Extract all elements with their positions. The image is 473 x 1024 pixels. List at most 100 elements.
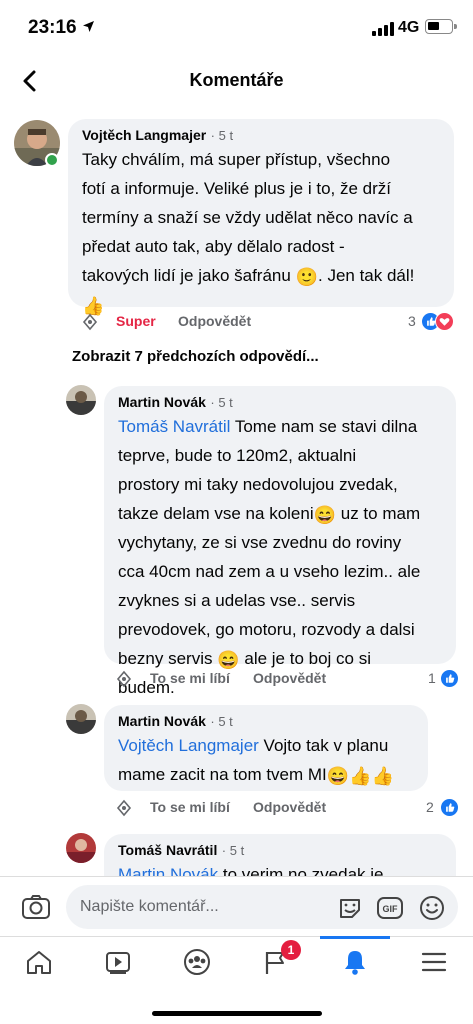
reply-author[interactable]: Martin Novák	[118, 394, 206, 410]
page-title: Komentáře	[189, 70, 284, 90]
reaction-count[interactable]: 1	[428, 670, 436, 686]
comment-bubble[interactable]: Vojtěch Langmajer · 5 t Taky chválím, má…	[68, 119, 454, 315]
reply-line-part: to verim no zvedak je	[218, 865, 384, 876]
reply-line: prostory mi taky nedovolujou zvedak,	[118, 475, 398, 494]
reply-line-part: takze delam vse na koleni	[118, 504, 314, 523]
bottom-tab-bar: 1	[0, 936, 473, 1024]
comments-feed[interactable]: Vojtěch Langmajer · 5 t Taky chválím, má…	[0, 106, 473, 876]
bell-icon	[345, 951, 365, 975]
reply-line-part: bezny servis	[118, 649, 213, 668]
reply-text: Tomáš Navrátil Tome nam se stavi dilna t…	[118, 412, 442, 702]
like-badge-icon	[440, 669, 459, 688]
reply-bubble[interactable]: Tomáš Navrátil · 5 t Martin Novák to ver…	[104, 834, 456, 876]
tab-pages[interactable]: 1	[237, 937, 315, 993]
comment-line: fotí a informuje. Veliké plus je i to, ž…	[82, 179, 391, 198]
reply-button[interactable]: Odpovědět	[253, 799, 326, 815]
location-arrow-icon	[82, 20, 95, 36]
reply-button[interactable]: Odpovědět	[253, 670, 326, 686]
reply-line: teprve, bude to 120m2, aktualni	[118, 446, 357, 465]
avatar[interactable]	[66, 385, 96, 415]
reaction-count[interactable]: 3	[408, 313, 416, 329]
comment-input[interactable]: Napište komentář... GIF	[66, 885, 458, 929]
reply-author[interactable]: Tomáš Navrátil	[118, 842, 217, 858]
status-time: 23:16	[28, 17, 77, 38]
status-bar: 23:16 4G	[0, 0, 473, 56]
tab-video[interactable]	[79, 937, 157, 993]
smile-emoji: 🙂	[295, 267, 318, 287]
reply-actions: To se mi líbí Odpovědět 1	[114, 667, 460, 691]
super-reaction-button[interactable]: Super	[116, 313, 156, 329]
love-badge-icon	[435, 312, 454, 331]
home-icon	[27, 951, 51, 974]
thumbs-up-emoji: 👍	[371, 766, 395, 786]
groups-icon	[184, 949, 210, 975]
comment-line: takových lidí je jako šafránu 🙂. Jen tak…	[82, 261, 440, 290]
comment-line-part: . Jen tak dál!	[318, 266, 415, 285]
reply-line: mame zacit na tom tvem MI😄👍👍	[118, 760, 414, 789]
comment-line-part: takových lidí je jako šafránu	[82, 266, 291, 285]
reply-line: Martin Novák to verim no zvedak je	[118, 860, 442, 876]
reply-line: vychytany, ze si vse zvednu do roviny	[118, 533, 402, 552]
reply-line-part: uz to mam	[336, 504, 421, 523]
avatar[interactable]	[66, 833, 96, 863]
like-button[interactable]: To se mi líbí	[150, 799, 230, 815]
reply-bubble[interactable]: Martin Novák · 5 t Vojtěch Langmajer Voj…	[104, 705, 428, 791]
like-button[interactable]: To se mi líbí	[150, 670, 230, 686]
reply-text: Martin Novák to verim no zvedak je	[118, 860, 442, 876]
signal-icon	[372, 22, 394, 36]
mention-link[interactable]: Tomáš Navrátil	[118, 417, 230, 436]
comment-line: termíny a snaží se vždy udělat něco naví…	[82, 208, 413, 227]
svg-text:GIF: GIF	[383, 904, 399, 914]
menu-icon	[421, 952, 447, 972]
reply-line-part: mame zacit na tom tvem MI	[118, 765, 327, 784]
tab-notifications[interactable]	[316, 936, 394, 993]
reply-time: 5 t	[218, 714, 233, 729]
reaction-count[interactable]: 2	[426, 799, 434, 815]
online-status-icon	[45, 153, 59, 167]
battery-icon	[425, 19, 457, 34]
reply-author[interactable]: Martin Novák	[118, 713, 206, 729]
super-reaction-icon[interactable]	[114, 669, 134, 689]
reply-line: prevodovek, go motoru, rozvody a dalsi	[118, 620, 415, 639]
reply-time: 5 t	[229, 843, 245, 858]
emoji-icon[interactable]	[418, 894, 446, 922]
reply-line: cca 40cm nad zem a u vseho lezim.. ale	[118, 562, 421, 581]
reply-line: Vojtěch Langmajer Vojto tak v planu	[118, 731, 414, 760]
comment-text: Taky chválím, má super přístup, všechno …	[82, 145, 440, 319]
mention-link[interactable]: Martin Novák	[118, 865, 218, 876]
camera-icon	[22, 895, 50, 919]
super-reaction-icon[interactable]	[114, 798, 134, 818]
show-previous-replies-link[interactable]: Zobrazit 7 předchozích odpovědí...	[72, 348, 319, 365]
comment-author[interactable]: Vojtěch Langmajer	[82, 127, 206, 143]
reply-line: zvyknes si a udelas vse.. servis	[118, 591, 356, 610]
tab-home[interactable]	[0, 937, 78, 993]
avatar[interactable]	[66, 704, 96, 734]
tab-groups[interactable]	[158, 937, 236, 993]
comment-line: předat auto tak, aby dělalo radost -	[82, 237, 345, 256]
camera-button[interactable]	[20, 891, 52, 923]
notification-badge: 1	[281, 940, 301, 960]
video-icon	[106, 952, 130, 974]
grin-emoji: 😄	[326, 766, 350, 786]
comment-actions: Super Odpovědět 3	[80, 310, 460, 334]
comment-composer: Napište komentář... GIF	[0, 876, 473, 936]
home-indicator	[152, 1011, 322, 1016]
grin-emoji: 😄	[313, 505, 337, 525]
comment-input-placeholder: Napište komentář...	[80, 898, 219, 915]
super-reaction-icon[interactable]	[80, 312, 100, 332]
header: Komentáře	[0, 56, 473, 106]
reply-line: takze delam vse na koleni😄 uz to mam	[118, 499, 442, 528]
reply-line-part: Tome nam se stavi dilna	[230, 417, 418, 436]
comment-line: Taky chválím, má super přístup, všechno	[82, 150, 391, 169]
sticker-icon[interactable]	[336, 894, 364, 922]
mention-link[interactable]: Vojtěch Langmajer	[118, 736, 259, 755]
reply-bubble[interactable]: Martin Novák · 5 t Tomáš Navrátil Tome n…	[104, 386, 456, 697]
gif-icon[interactable]: GIF	[376, 894, 404, 922]
comment-time: 5 t	[218, 128, 234, 143]
reply-text: Vojtěch Langmajer Vojto tak v planu mame…	[118, 731, 414, 789]
tab-menu[interactable]	[395, 937, 473, 993]
like-badge-icon	[440, 798, 459, 817]
reply-button[interactable]: Odpovědět	[178, 313, 251, 329]
reply-actions: To se mi líbí Odpovědět 2	[114, 796, 460, 820]
reply-line-part: Vojto tak v planu	[258, 736, 389, 755]
